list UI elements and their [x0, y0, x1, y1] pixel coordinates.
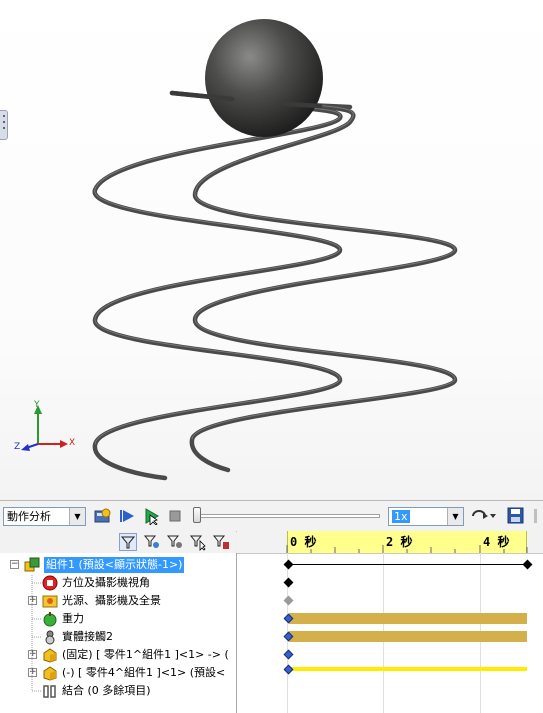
contact-timeline-bar[interactable]: [289, 631, 527, 642]
motion-manager-panel: 動作分析 ▼ 1x ▼ − 組件1 (預設<顯示狀態-1>) 方位及攝影機視角 …: [0, 500, 543, 713]
collapse-icon[interactable]: −: [10, 560, 19, 569]
calculate-icon[interactable]: [94, 507, 112, 525]
play-from-start-icon[interactable]: [118, 507, 136, 525]
study-type-dropdown[interactable]: 動作分析 ▼: [3, 507, 86, 526]
motion-toolbar: 動作分析 ▼ 1x ▼: [0, 501, 543, 532]
timeline-area[interactable]: 0 秒 2 秒 4 秒: [237, 531, 543, 713]
expand-icon[interactable]: +: [28, 596, 37, 605]
orientation-camera-icon: [42, 575, 58, 591]
tree-label-assembly: 組件1 (預設<顯示狀態-1>): [44, 557, 185, 573]
expand-icon[interactable]: +: [28, 650, 37, 659]
tree-row-mates[interactable]: 結合 (0 多餘項目): [0, 682, 236, 700]
mates-icon: [42, 683, 58, 699]
time-slider-thumb[interactable]: [193, 507, 201, 523]
save-animation-icon[interactable]: [507, 507, 525, 525]
filter-results-icon[interactable]: [189, 533, 207, 551]
filter-all-icon[interactable]: [212, 533, 230, 551]
tree-row-part4[interactable]: + (-) [ 零件4^組件1 ]<1> (預設<: [0, 664, 236, 682]
gravity-timeline-bar[interactable]: [289, 613, 527, 624]
tree-row-contact[interactable]: 實體接觸2: [0, 628, 236, 646]
tick-label-4: 4 秒: [483, 535, 510, 549]
tree-row-assembly[interactable]: − 組件1 (預設<顯示狀態-1>): [0, 556, 236, 574]
stop-icon[interactable]: [166, 507, 184, 525]
time-ruler[interactable]: 0 秒 2 秒 4 秒: [237, 531, 543, 554]
tree-label-part1: (固定) [ 零件1^組件1 ]<1> -> (: [62, 648, 229, 661]
tree-label-part4: (-) [ 零件4^組件1 ]<1> (預設<: [62, 666, 226, 679]
chevron-down-icon: ▼: [447, 508, 463, 525]
playback-speed-value: 1x: [392, 510, 410, 523]
tree-label-contact: 實體接觸2: [62, 630, 113, 643]
filter-selected-icon[interactable]: [166, 533, 184, 551]
tree-row-gravity[interactable]: 重力: [0, 610, 236, 628]
end-key-point[interactable]: [522, 559, 533, 570]
part-icon: [42, 665, 58, 681]
filter-driving-icon[interactable]: [143, 533, 161, 551]
time-bar[interactable]: [289, 564, 527, 565]
key-point[interactable]: [283, 577, 294, 588]
playback-speed-dropdown[interactable]: 1x ▼: [388, 507, 464, 526]
gravity-icon: [42, 611, 58, 627]
key-point[interactable]: [283, 595, 294, 606]
tree-label-lights: 光源、攝影機及全景: [62, 594, 161, 607]
filter-animated-icon[interactable]: [119, 533, 137, 551]
tree-label-mates: 結合 (0 多餘項目): [62, 684, 151, 697]
tree-label-gravity: 重力: [62, 612, 84, 625]
lights-camera-scene-icon: [42, 593, 58, 609]
view-triad: Y X Z: [12, 400, 82, 460]
triad-z-label: Z: [14, 442, 21, 452]
tree-label-orientation: 方位及攝影機視角: [62, 576, 150, 589]
tick-label-0: 0 秒: [290, 535, 317, 549]
tree-row-part1[interactable]: + (固定) [ 零件1^組件1 ]<1> -> (: [0, 646, 236, 664]
motion-feature-tree: − 組件1 (預設<顯示狀態-1>) 方位及攝影機視角 + 光源、攝影機及全景 …: [0, 553, 237, 713]
chevron-down-icon: ▼: [69, 508, 85, 525]
part4-timeline-bar[interactable]: [289, 667, 527, 671]
triad-y-label: Y: [34, 400, 40, 410]
key-point[interactable]: [283, 649, 294, 660]
assembly-icon: [24, 557, 40, 573]
expand-icon[interactable]: +: [28, 668, 37, 677]
triad-x-label: X: [69, 438, 76, 448]
play-icon[interactable]: [142, 507, 160, 526]
filter-toolbar: [0, 531, 236, 554]
part-icon: [42, 647, 58, 663]
contact-icon: [42, 629, 58, 645]
graphics-viewport[interactable]: Y X Z: [0, 0, 543, 500]
playback-mode-icon[interactable]: [470, 507, 498, 525]
tree-row-orientation[interactable]: 方位及攝影機視角: [0, 574, 236, 592]
key-point[interactable]: [283, 559, 294, 570]
tick-label-2: 2 秒: [386, 535, 413, 549]
study-type-value: 動作分析: [7, 510, 51, 523]
panel-more-icon[interactable]: [531, 507, 541, 525]
tree-row-lights[interactable]: + 光源、攝影機及全景: [0, 592, 236, 610]
time-slider-track[interactable]: [196, 514, 380, 518]
